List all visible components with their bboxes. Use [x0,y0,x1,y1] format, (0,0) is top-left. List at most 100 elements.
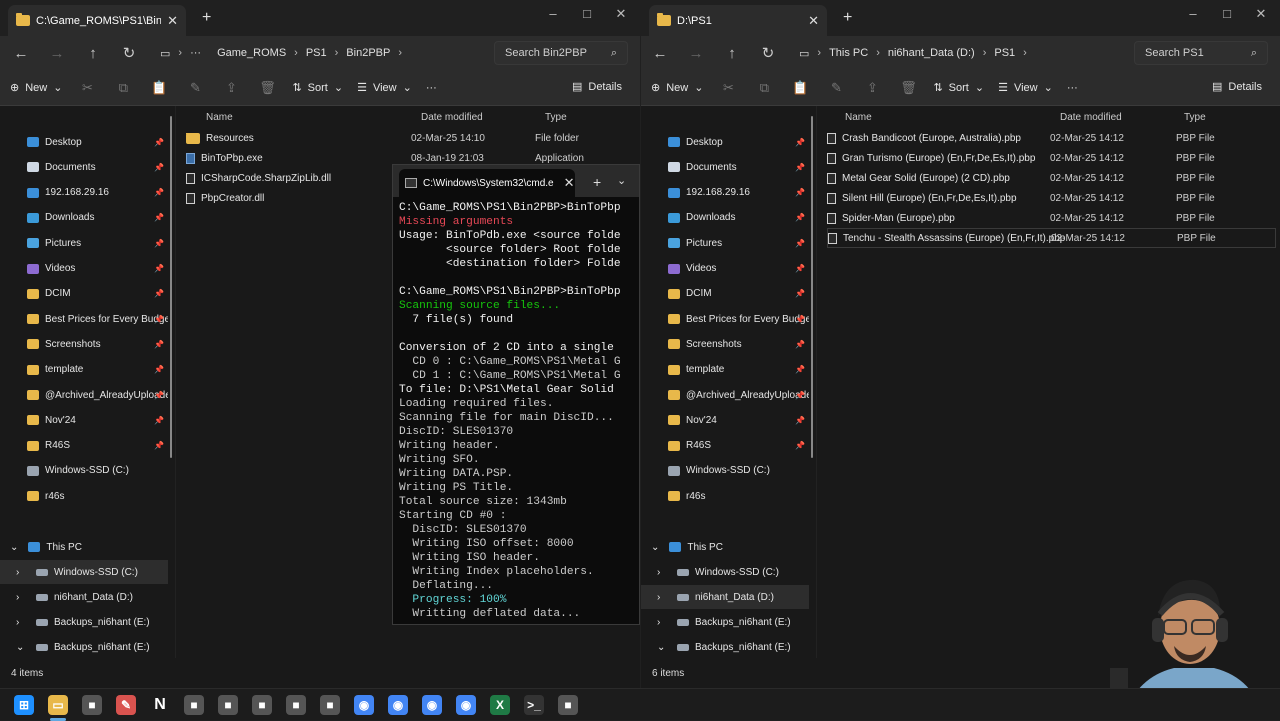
app-icon[interactable]: ■ [82,695,102,715]
notion-icon[interactable]: N [150,695,170,715]
rename-icon[interactable]: ✎ [184,80,206,96]
share-icon[interactable]: ⇪ [861,80,883,96]
nav-item[interactable]: Downloads 📌 [0,206,168,230]
search-input[interactable]: Search PS1 ⌕ [1134,41,1268,65]
chevron-down-icon[interactable]: ⌄ [10,542,18,553]
nav-item[interactable]: r46s [0,484,168,508]
nav-item[interactable]: r46s [641,484,809,508]
pin-icon[interactable]: 📌 [795,416,805,425]
cut-icon[interactable]: ✂ [717,80,739,96]
nav-item-this-pc[interactable]: ⌄ This PC [0,535,168,559]
back-icon[interactable]: ← [645,45,675,62]
nav-item-drive[interactable]: › Windows-SSD (C:) [0,560,168,584]
view-button[interactable]: ☰ View ⌄ [357,81,412,95]
nav-item[interactable]: Pictures 📌 [0,231,168,255]
nav-item[interactable]: Videos 📌 [0,257,168,281]
pin-icon[interactable]: 📌 [154,188,164,197]
cmd-tab[interactable]: C:\Windows\System32\cmd.e ✕ [399,169,575,197]
pin-icon[interactable]: 📌 [154,416,164,425]
chevron-down-icon[interactable]: ⌄ [651,542,659,553]
nav-item-drive[interactable]: ⌄ Backups_ni6hant (E:) [641,636,809,660]
column-date-modified[interactable]: Date modified [421,108,483,126]
share-icon[interactable]: ⇪ [220,80,242,96]
nav-item-drive[interactable]: › Backups_ni6hant (E:) [0,611,168,635]
breadcrumb-item[interactable]: ni6hant_Data (D:) [880,47,983,59]
nav-item[interactable]: Screenshots 📌 [0,332,168,356]
back-icon[interactable]: ← [6,45,36,62]
nav-item[interactable]: template 📌 [641,358,809,382]
chevron-down-icon[interactable]: ⌄ [617,174,626,187]
pin-icon[interactable]: 📌 [795,391,805,400]
breadcrumb-item[interactable]: This PC [821,47,876,59]
minimize-icon[interactable]: – [1178,6,1208,21]
chrome-icon[interactable]: ◉ [456,695,476,715]
pin-icon[interactable]: 📌 [154,239,164,248]
app-icon[interactable]: ■ [286,695,306,715]
pin-icon[interactable]: 📌 [154,264,164,273]
sort-button[interactable]: ⇅ Sort ⌄ [292,81,343,95]
sort-button[interactable]: ⇅ Sort ⌄ [933,81,984,95]
chevron-right-icon[interactable]: › [657,592,665,603]
chevron-down-icon[interactable]: ⌄ [657,642,665,653]
command-prompt-window[interactable]: C:\Windows\System32\cmd.e ✕ + ⌄ C:\Game_… [392,164,640,625]
chrome-icon[interactable]: ◉ [422,695,442,715]
pin-icon[interactable]: 📌 [795,163,805,172]
breadcrumb-item[interactable]: Game_ROMS [209,47,294,59]
more-path-icon[interactable]: ··· [182,47,209,59]
forward-icon[interactable]: → [42,45,72,62]
breadcrumb-item[interactable]: Bin2PBP [338,47,398,59]
column-name[interactable]: Name [206,108,233,126]
pin-icon[interactable]: 📌 [795,340,805,349]
nav-item-drive[interactable]: › Backups_ni6hant (E:) [641,611,809,635]
delete-icon[interactable]: 🗑 [897,80,919,96]
nav-item[interactable]: @Archived_AlreadyUploaded 📌 [641,383,809,407]
paint-icon[interactable]: ✎ [116,695,136,715]
nav-item[interactable]: template 📌 [0,358,168,382]
close-tab-icon[interactable]: ✕ [167,13,178,29]
pin-icon[interactable]: 📌 [795,289,805,298]
file-row[interactable]: Metal Gear Solid (Europe) (2 CD).pbp 02-M… [827,168,1276,188]
chevron-down-icon[interactable]: ⌄ [16,642,24,653]
nav-item[interactable]: Best Prices for Every Budget 📌 [0,307,168,331]
pin-icon[interactable]: 📌 [154,391,164,400]
file-row[interactable]: Spider-Man (Europe).pbp 02-Mar-25 14:12 PB… [827,208,1276,228]
pin-icon[interactable]: 📌 [795,365,805,374]
app-icon[interactable]: ■ [252,695,272,715]
nav-item[interactable]: DCIM 📌 [641,282,809,306]
details-button[interactable]: ▤ Details [1212,80,1262,94]
cut-icon[interactable]: ✂ [76,80,98,96]
details-button[interactable]: ▤ Details [572,80,622,94]
new-button[interactable]: ⊕ New ⌄ [651,81,703,95]
pin-icon[interactable]: 📌 [154,315,164,324]
pin-icon[interactable]: 📌 [154,340,164,349]
more-options-icon[interactable]: ··· [1067,82,1078,94]
chevron-right-icon[interactable]: › [16,567,24,578]
nav-item-drive[interactable]: › ni6hant_Data (D:) [641,585,809,610]
refresh-icon[interactable]: ↻ [114,44,144,62]
nav-item[interactable]: Pictures 📌 [641,231,809,255]
chrome-icon[interactable]: ◉ [388,695,408,715]
new-tab-icon[interactable]: + [202,9,211,27]
breadcrumb-item[interactable]: PS1 [298,47,335,59]
pin-icon[interactable]: 📌 [795,213,805,222]
vertical-scrollbar[interactable] [811,116,813,458]
pin-icon[interactable]: 📌 [154,163,164,172]
nav-item[interactable]: Downloads 📌 [641,206,809,230]
nav-item[interactable]: DCIM 📌 [0,282,168,306]
close-icon[interactable]: ✕ [606,6,636,22]
copy-icon[interactable]: ⧉ [753,80,775,96]
app-icon[interactable]: ■ [320,695,340,715]
windows-start-icon[interactable]: ⊞ [14,695,34,715]
nav-item[interactable]: Screenshots 📌 [641,332,809,356]
up-icon[interactable]: ↑ [78,45,108,62]
app-icon[interactable]: ■ [218,695,238,715]
pin-icon[interactable]: 📌 [795,239,805,248]
pin-icon[interactable]: 📌 [154,213,164,222]
nav-item[interactable]: Windows-SSD (C:) [641,459,809,483]
nav-item[interactable]: 192.168.29.16 📌 [641,181,809,205]
rename-icon[interactable]: ✎ [825,80,847,96]
nav-item-drive[interactable]: › ni6hant_Data (D:) [0,585,168,609]
chevron-right-icon[interactable]: › [657,617,665,628]
file-row[interactable]: Gran Turismo (Europe) (En,Fr,De,Es,It).p… [827,148,1276,168]
pin-icon[interactable]: 📌 [154,441,164,450]
